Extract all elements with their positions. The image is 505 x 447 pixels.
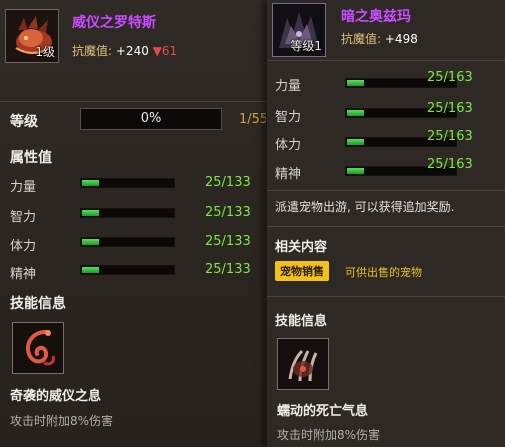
pet-tier: 等级1 <box>290 39 322 53</box>
stat-fill <box>347 80 364 86</box>
stat-value-intelligence: 25/133 <box>205 205 251 220</box>
resist-label: 抗魔值: <box>341 32 382 46</box>
pet-name: 暗之奥兹玛 <box>341 9 411 25</box>
stat-label-spirit: 精神 <box>10 267 37 282</box>
stat-value-spirit: 25/163 <box>427 157 473 172</box>
stat-value-strength: 25/133 <box>205 175 251 190</box>
stat-value-spirit: 25/133 <box>205 262 251 277</box>
pet-sale-desc: 可供出售的宠物 <box>345 266 422 279</box>
stat-bar-intelligence <box>80 208 175 218</box>
stat-label-intelligence: 智力 <box>10 210 37 225</box>
stat-bar-vitality <box>80 237 175 247</box>
pet-portrait: 等级1 <box>272 3 326 57</box>
stat-value-intelligence: 25/163 <box>427 101 473 116</box>
stat-fill <box>347 110 364 116</box>
resist-amount: +498 <box>384 32 418 46</box>
stat-fill <box>82 180 100 186</box>
stat-fill <box>82 239 100 245</box>
stat-fill <box>347 168 364 174</box>
level-progress: 1/55 <box>239 112 269 127</box>
resist-value: 抗魔值: +498 <box>341 30 418 47</box>
pet-sale-tag[interactable]: 宠物销售 <box>275 261 329 281</box>
pet-tooltip-right: 等级1 暗之奥兹玛 抗魔值: +498 力量 25/163 智力 25/163 … <box>266 0 505 447</box>
level-label: 等级 <box>10 114 38 130</box>
resist-amount: +240 <box>115 44 149 58</box>
stat-label-strength: 力量 <box>10 180 37 195</box>
divider <box>267 296 505 297</box>
related-title: 相关内容 <box>275 240 328 255</box>
pet-tooltip-left: 1级 威仪之罗特斯 抗魔值: +240 ▼61 等级 0% 1/55 属性值 力… <box>0 0 268 447</box>
stat-bar-spirit <box>80 265 175 275</box>
stat-label-vitality: 体力 <box>275 138 302 153</box>
resist-value: 抗魔值: +240 ▼61 <box>72 42 177 59</box>
skill-name: 奇袭的威仪之息 <box>10 389 102 404</box>
resist-decrease: ▼61 <box>152 44 178 58</box>
level-percent: 0% <box>140 111 162 126</box>
skill-icon <box>277 338 329 390</box>
resist-label: 抗魔值: <box>72 44 113 58</box>
level-bar: 0% <box>80 108 222 130</box>
stats-title: 属性值 <box>10 150 52 166</box>
stat-value-strength: 25/163 <box>427 70 473 85</box>
divider <box>267 226 505 227</box>
skill-desc: 攻击时附加8%伤害 <box>10 414 114 428</box>
stat-fill <box>82 210 100 216</box>
stat-value-vitality: 25/163 <box>427 129 473 144</box>
crimson-spiral-icon <box>13 323 63 373</box>
skill-name: 蠕动的死亡气息 <box>277 404 369 419</box>
dispatch-hint: 派遣宠物出游, 可以获得追加奖励. <box>275 200 455 214</box>
stat-label-vitality: 体力 <box>10 239 37 254</box>
stat-label-spirit: 精神 <box>275 167 302 182</box>
stat-label-intelligence: 智力 <box>275 110 302 125</box>
skill-title: 技能信息 <box>275 314 328 329</box>
stat-fill <box>347 139 364 145</box>
divider <box>267 60 505 61</box>
divider <box>0 101 268 102</box>
skill-title: 技能信息 <box>10 296 66 312</box>
divider <box>267 190 505 191</box>
pet-name: 威仪之罗特斯 <box>72 15 156 31</box>
stat-fill <box>82 267 100 273</box>
dark-claw-icon <box>278 339 328 389</box>
stat-value-vitality: 25/133 <box>205 234 251 249</box>
stat-label-strength: 力量 <box>275 79 302 94</box>
pet-portrait: 1级 <box>5 9 59 63</box>
skill-icon <box>12 322 64 374</box>
pet-tier: 1级 <box>35 45 55 59</box>
skill-desc: 攻击时附加8%伤害 <box>277 428 381 442</box>
stat-bar-strength <box>80 178 175 188</box>
